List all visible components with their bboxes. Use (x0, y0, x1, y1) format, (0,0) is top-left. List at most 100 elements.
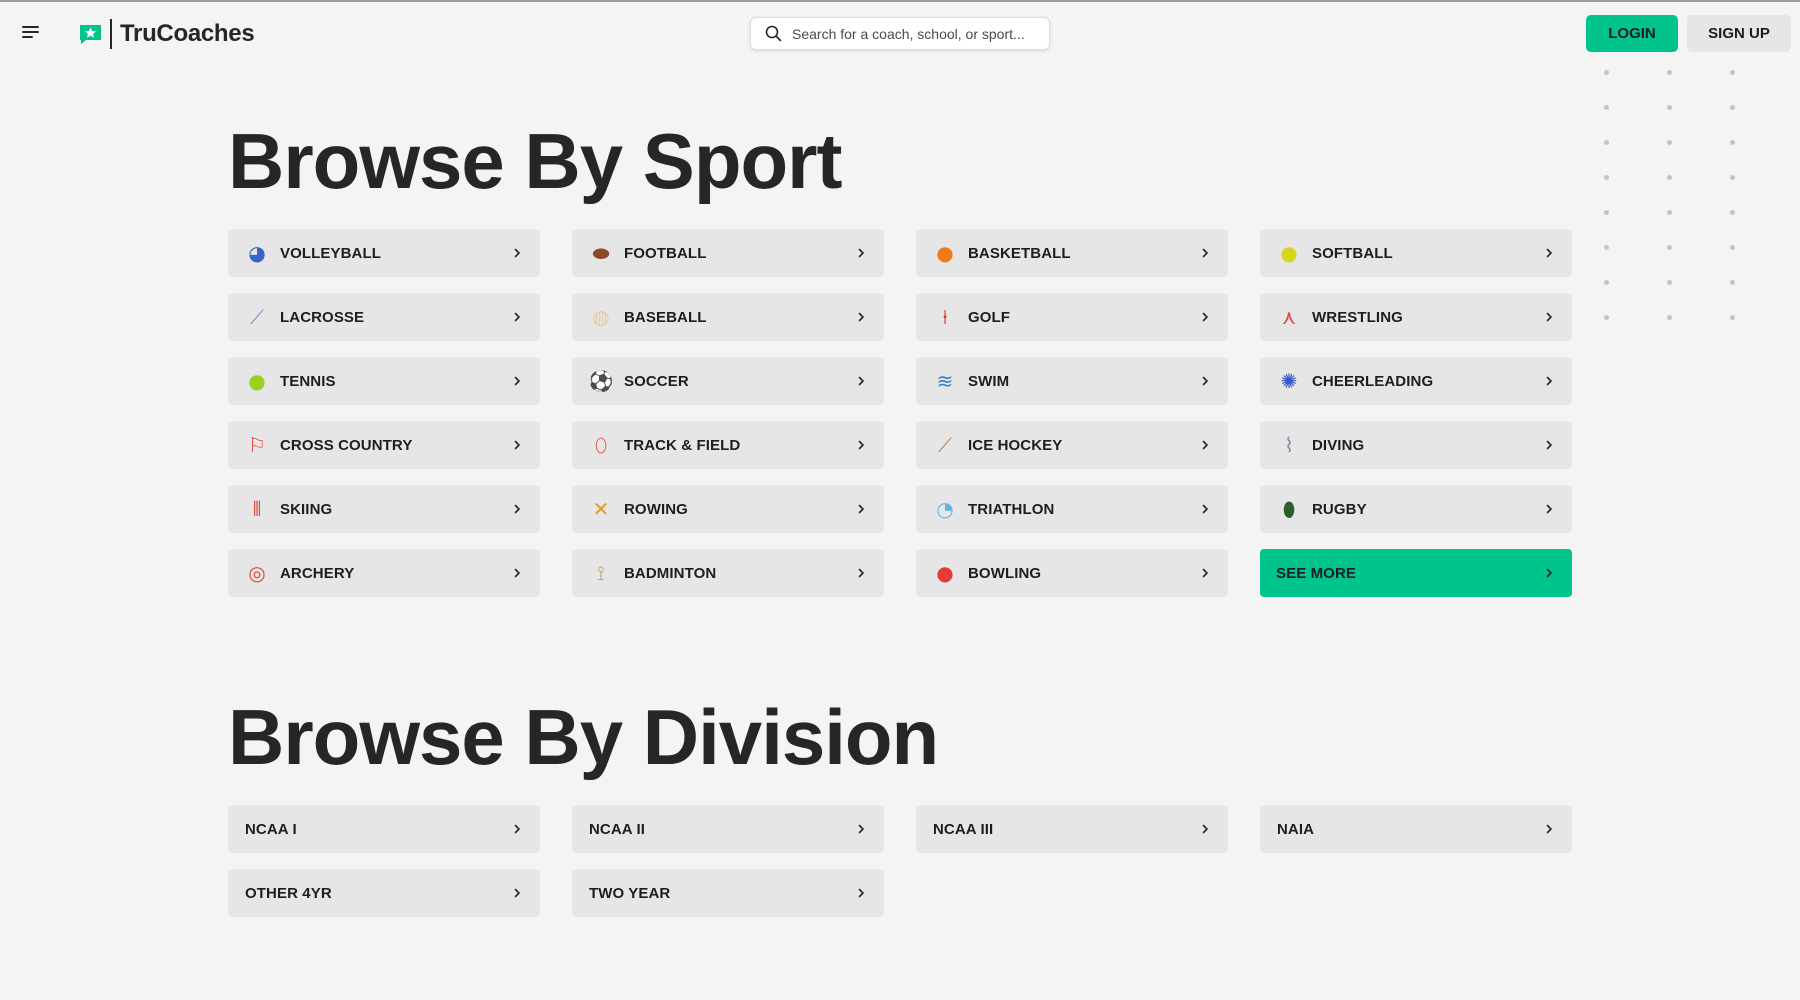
decorative-dot (1730, 70, 1735, 75)
decorative-dot (1604, 280, 1609, 285)
swim-icon: ≋ (936, 369, 954, 393)
soccer-icon: ⚽ (588, 369, 614, 393)
chevron-right-icon (1202, 312, 1208, 322)
sport-tile-baseball[interactable]: ◍ BASEBALL (572, 293, 884, 341)
sport-tile-cross-country[interactable]: ⚐ CROSS COUNTRY (228, 421, 540, 469)
chevron-right-icon (514, 824, 520, 834)
sport-tile-bowling[interactable]: ● BOWLING (916, 549, 1228, 597)
sport-tile-label: BOWLING (968, 564, 1042, 582)
decorative-dot (1667, 105, 1672, 110)
chevron-right-icon (514, 376, 520, 386)
chevron-right-icon (858, 824, 864, 834)
wrestling-icon: ⋏ (1281, 305, 1297, 329)
sport-tile-skiing[interactable]: ⦀ SKIING (228, 485, 540, 533)
sport-tile-soccer[interactable]: ⚽ SOCCER (572, 357, 884, 405)
sport-tile-label: TENNIS (280, 372, 336, 390)
sport-tile-label: DIVING (1312, 436, 1365, 454)
chevron-right-icon (514, 888, 520, 898)
sport-tile-badminton[interactable]: ⟟ BADMINTON (572, 549, 884, 597)
sport-tile-softball[interactable]: ● SOFTBALL (1260, 229, 1572, 277)
division-grid: NCAA I NCAA II NCAA III NAIA OTHER 4YR TWO YE… (228, 805, 1572, 917)
decorative-dot (1604, 245, 1609, 250)
decorative-dot (1604, 70, 1609, 75)
decorative-dot (1730, 315, 1735, 320)
search-bar[interactable] (750, 17, 1050, 50)
chevron-right-icon (1546, 504, 1552, 514)
triathlon-icon: ◔ (936, 497, 954, 521)
hamburger-menu-icon[interactable] (22, 24, 42, 40)
decorative-dot (1730, 210, 1735, 215)
sport-tile-cheerleading[interactable]: ✺ CHEERLEADING (1260, 357, 1572, 405)
login-button[interactable]: LOGIN (1586, 15, 1678, 52)
sport-tile-basketball[interactable]: ● BASKETBALL (916, 229, 1228, 277)
chevron-right-icon (858, 376, 864, 386)
division-tile-ncaa-iii[interactable]: NCAA III (916, 805, 1228, 853)
brand-name: TruCoaches (120, 20, 255, 47)
brand-logo[interactable]: TruCoaches (78, 18, 255, 50)
volleyball-icon: ◕ (248, 241, 266, 265)
sport-tile-archery[interactable]: ◎ ARCHERY (228, 549, 540, 597)
division-tile-label: OTHER 4YR (245, 884, 332, 902)
division-tile-two-year[interactable]: TWO YEAR (572, 869, 884, 917)
signup-button[interactable]: SIGN UP (1687, 15, 1791, 52)
rowing-icon: ✕ (592, 497, 610, 521)
golf-icon: ⍿ (942, 305, 948, 329)
chevron-right-icon (1546, 248, 1552, 258)
chevron-right-icon (1202, 824, 1208, 834)
site-header: TruCoaches LOGIN SIGN UP (0, 2, 1800, 62)
sport-tile-golf[interactable]: ⍿ GOLF (916, 293, 1228, 341)
chevron-right-icon (858, 440, 864, 450)
division-tile-label: NCAA II (589, 820, 645, 838)
logo-divider (110, 19, 112, 49)
search-input[interactable] (792, 25, 1032, 42)
decorative-dot (1667, 245, 1672, 250)
division-tile-ncaa-i[interactable]: NCAA I (228, 805, 540, 853)
division-tile-ncaa-ii[interactable]: NCAA II (572, 805, 884, 853)
chevron-right-icon (1546, 376, 1552, 386)
decorative-dot (1667, 210, 1672, 215)
chevron-right-icon (514, 440, 520, 450)
sport-tile-label: CROSS COUNTRY (280, 436, 413, 454)
decorative-dot (1604, 140, 1609, 145)
sport-tile-diving[interactable]: ⌇ DIVING (1260, 421, 1572, 469)
archery-icon: ◎ (248, 561, 266, 585)
sport-tile-label: WRESTLING (1312, 308, 1403, 326)
sport-tile-label: SKIING (280, 500, 333, 518)
bowling-icon: ● (936, 561, 954, 585)
sport-tile-triathlon[interactable]: ◔ TRIATHLON (916, 485, 1228, 533)
sport-tile-ice-hockey[interactable]: ⟋ ICE HOCKEY (916, 421, 1228, 469)
sport-tile-label: SOFTBALL (1312, 244, 1393, 262)
see-more-button[interactable]: SEE MORE (1260, 549, 1572, 597)
sport-tile-rugby[interactable]: ⬮ RUGBY (1260, 485, 1572, 533)
sport-tile-label: SOCCER (624, 372, 689, 390)
sport-tile-wrestling[interactable]: ⋏ WRESTLING (1260, 293, 1572, 341)
division-tile-naia[interactable]: NAIA (1260, 805, 1572, 853)
star-badge-icon (80, 24, 101, 44)
browse-by-sport-heading: Browse By Sport (228, 117, 842, 205)
division-tile-other-4yr[interactable]: OTHER 4YR (228, 869, 540, 917)
decorative-dot (1730, 175, 1735, 180)
track-field-icon: ⬯ (594, 433, 608, 457)
chevron-right-icon (514, 504, 520, 514)
sport-tile-swim[interactable]: ≋ SWIM (916, 357, 1228, 405)
decorative-dot (1667, 70, 1672, 75)
rugby-icon: ⬮ (1282, 497, 1296, 521)
sport-tile-label: RUGBY (1312, 500, 1367, 518)
chevron-right-icon (858, 504, 864, 514)
sport-tile-label: ARCHERY (280, 564, 355, 582)
chevron-right-icon (1546, 312, 1552, 322)
decorative-dot (1604, 315, 1609, 320)
sport-tile-lacrosse[interactable]: ⟋ LACROSSE (228, 293, 540, 341)
sport-tile-football[interactable]: ⬬ FOOTBALL (572, 229, 884, 277)
cheerleading-icon: ✺ (1280, 369, 1298, 393)
decorative-dot (1604, 175, 1609, 180)
sport-tile-label: SWIM (968, 372, 1010, 390)
chevron-right-icon (1202, 376, 1208, 386)
football-icon: ⬬ (592, 241, 610, 265)
sport-tile-track-field[interactable]: ⬯ TRACK & FIELD (572, 421, 884, 469)
sport-tile-tennis[interactable]: ● TENNIS (228, 357, 540, 405)
tennis-icon: ● (248, 369, 266, 393)
sport-tile-volleyball[interactable]: ◕ VOLLEYBALL (228, 229, 540, 277)
sport-tile-rowing[interactable]: ✕ ROWING (572, 485, 884, 533)
chevron-right-icon (1202, 504, 1208, 514)
